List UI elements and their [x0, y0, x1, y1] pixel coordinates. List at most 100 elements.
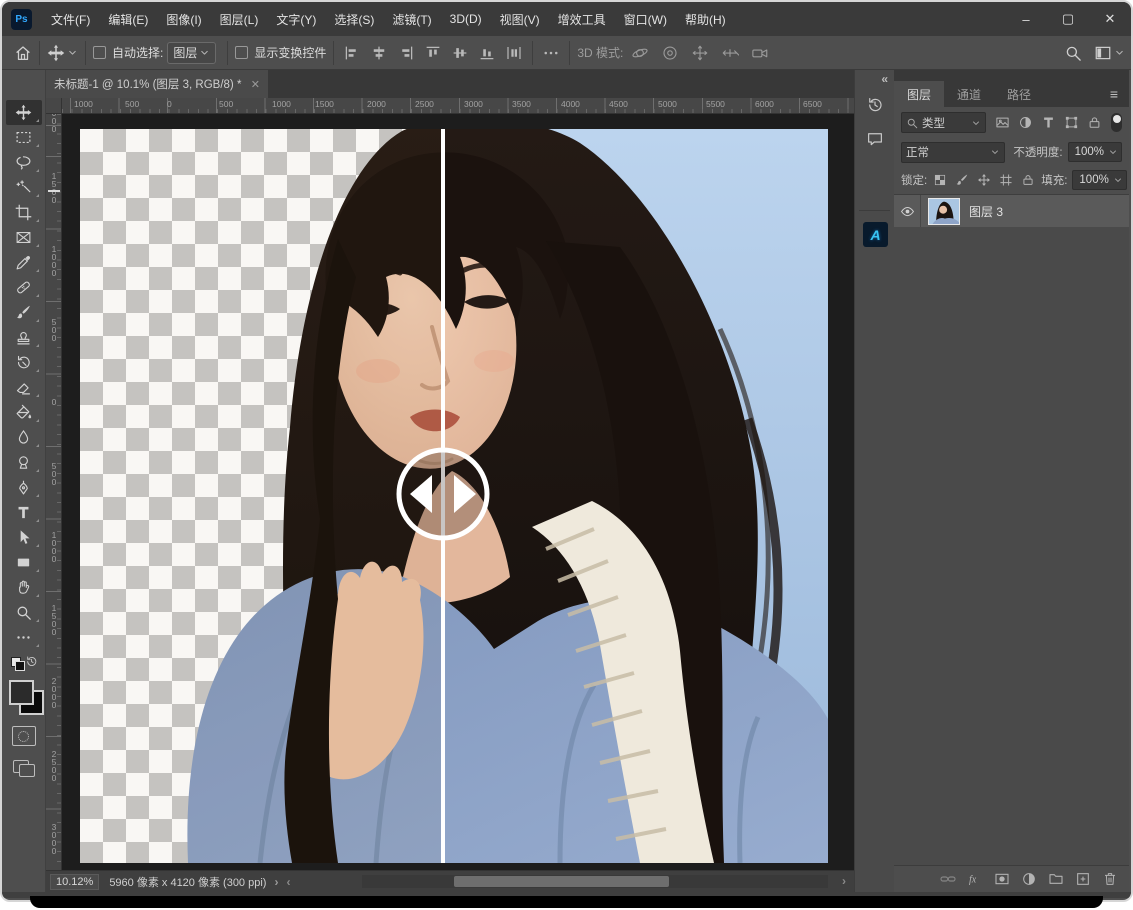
- marquee-tool[interactable]: [6, 125, 42, 150]
- ruler-corner[interactable]: [46, 98, 62, 114]
- move-tool-icon[interactable]: [47, 44, 65, 62]
- close-button[interactable]: ✕: [1089, 2, 1131, 36]
- layer-name[interactable]: 图层 3: [969, 203, 1003, 220]
- healing-brush-tool[interactable]: [6, 275, 42, 300]
- menu-item[interactable]: 滤镜(T): [383, 2, 440, 36]
- layer-thumbnail[interactable]: [929, 199, 959, 224]
- gradient-bucket-tool[interactable]: [6, 400, 42, 425]
- document-canvas[interactable]: [80, 129, 828, 863]
- menu-item[interactable]: 编辑(E): [99, 2, 157, 36]
- scroll-left-icon[interactable]: ‹: [286, 875, 290, 889]
- lock-all-icon[interactable]: [1019, 171, 1037, 189]
- swap-colors-icon[interactable]: [25, 655, 38, 668]
- filter-smart-objects-icon[interactable]: [1084, 113, 1104, 133]
- lock-position-icon[interactable]: [975, 171, 993, 189]
- align-vertical-centers-icon[interactable]: [449, 42, 471, 64]
- align-right-edges-icon[interactable]: [395, 42, 417, 64]
- blend-mode-dropdown[interactable]: 正常: [901, 142, 1005, 163]
- history-panel-icon[interactable]: [866, 96, 884, 114]
- lock-transparent-pixels-icon[interactable]: [931, 171, 949, 189]
- clone-stamp-tool[interactable]: [6, 325, 42, 350]
- distribute-icon[interactable]: [503, 42, 525, 64]
- layer-style-icon[interactable]: [967, 871, 983, 887]
- collapse-panels-icon[interactable]: «: [881, 72, 888, 86]
- menu-item[interactable]: 图层(L): [211, 2, 268, 36]
- menu-item[interactable]: 视图(V): [491, 2, 549, 36]
- menu-item[interactable]: 3D(D): [441, 2, 491, 36]
- hand-tool[interactable]: [6, 575, 42, 600]
- maximize-button[interactable]: ▢: [1047, 2, 1089, 36]
- frame-tool[interactable]: [6, 225, 42, 250]
- panel-tab[interactable]: 通道: [944, 81, 994, 107]
- chevron-down-icon[interactable]: [1114, 47, 1125, 58]
- show-transform-checkbox[interactable]: [235, 46, 248, 59]
- horizontal-scrollbar[interactable]: [362, 875, 828, 888]
- menu-item[interactable]: 图像(I): [157, 2, 210, 36]
- panel-tab[interactable]: 图层: [894, 81, 944, 107]
- lock-artboard-icon[interactable]: [997, 171, 1015, 189]
- move-tool[interactable]: [6, 100, 42, 125]
- dodge-tool[interactable]: [6, 450, 42, 475]
- menu-item[interactable]: 文字(Y): [267, 2, 325, 36]
- 3d-slide-icon[interactable]: [719, 42, 741, 64]
- blur-tool[interactable]: [6, 425, 42, 450]
- screen-mode-button[interactable]: [13, 760, 35, 776]
- pen-tool[interactable]: [6, 475, 42, 500]
- scroll-right-icon[interactable]: ›: [842, 874, 846, 888]
- quick-mask-button[interactable]: [12, 726, 36, 746]
- foreground-color-swatch[interactable]: [9, 680, 34, 705]
- add-mask-icon[interactable]: [994, 871, 1010, 887]
- filter-switch-toggle[interactable]: [1111, 113, 1122, 132]
- fill-field[interactable]: 100%: [1072, 170, 1126, 190]
- opacity-field[interactable]: 100%: [1068, 142, 1122, 162]
- menu-item[interactable]: 文件(F): [42, 2, 99, 36]
- menu-item[interactable]: 选择(S): [325, 2, 383, 36]
- menu-item[interactable]: 窗口(W): [615, 2, 676, 36]
- link-layers-icon[interactable]: [940, 871, 956, 887]
- type-tool[interactable]: [6, 500, 42, 525]
- home-icon[interactable]: [14, 44, 32, 62]
- align-horizontal-centers-icon[interactable]: [368, 42, 390, 64]
- auto-select-dropdown[interactable]: 图层: [167, 42, 216, 64]
- lasso-tool[interactable]: [6, 150, 42, 175]
- minimize-button[interactable]: –: [1005, 2, 1047, 36]
- 3d-roll-icon[interactable]: [659, 42, 681, 64]
- layer-visibility-toggle[interactable]: [894, 195, 921, 227]
- more-options-icon[interactable]: [540, 42, 562, 64]
- workspace-switcher-icon[interactable]: [1094, 44, 1112, 62]
- menu-item[interactable]: 帮助(H): [676, 2, 735, 36]
- new-group-icon[interactable]: [1048, 871, 1064, 887]
- auto-select-checkbox[interactable]: [93, 46, 106, 59]
- 3d-pan-icon[interactable]: [689, 42, 711, 64]
- shape-tool[interactable]: [6, 550, 42, 575]
- magic-wand-tool[interactable]: [6, 175, 42, 200]
- menu-item[interactable]: 增效工具: [549, 2, 615, 36]
- chevron-down-icon[interactable]: [67, 47, 78, 58]
- layer-row[interactable]: 图层 3: [894, 195, 1129, 227]
- filter-shape-layers-icon[interactable]: [1061, 113, 1081, 133]
- status-chevron-icon[interactable]: ›: [274, 875, 278, 889]
- 3d-orbit-icon[interactable]: [629, 42, 651, 64]
- canvas-area[interactable]: [62, 114, 854, 870]
- new-layer-icon[interactable]: [1075, 871, 1091, 887]
- search-icon[interactable]: [1064, 44, 1082, 62]
- eraser-tool[interactable]: [6, 375, 42, 400]
- crop-tool[interactable]: [6, 200, 42, 225]
- zoom-level-field[interactable]: 10.12%: [50, 874, 99, 890]
- path-select-tool[interactable]: [6, 525, 42, 550]
- edit-toolbar-button[interactable]: [6, 625, 42, 650]
- filter-type-layers-icon[interactable]: [1038, 113, 1058, 133]
- align-bottom-edges-icon[interactable]: [476, 42, 498, 64]
- 3d-camera-icon[interactable]: [749, 42, 771, 64]
- default-colors-widget[interactable]: [6, 654, 42, 674]
- comments-panel-icon[interactable]: [866, 130, 884, 148]
- panel-tab[interactable]: 路径: [994, 81, 1044, 107]
- brush-tool[interactable]: [6, 300, 42, 325]
- panel-menu-icon[interactable]: ≡: [1099, 81, 1129, 107]
- align-top-edges-icon[interactable]: [422, 42, 444, 64]
- filter-adjustment-layers-icon[interactable]: [1015, 113, 1035, 133]
- filter-type-dropdown[interactable]: 类型: [901, 112, 986, 133]
- delete-layer-icon[interactable]: [1102, 871, 1118, 887]
- history-brush-tool[interactable]: [6, 350, 42, 375]
- align-left-edges-icon[interactable]: [341, 42, 363, 64]
